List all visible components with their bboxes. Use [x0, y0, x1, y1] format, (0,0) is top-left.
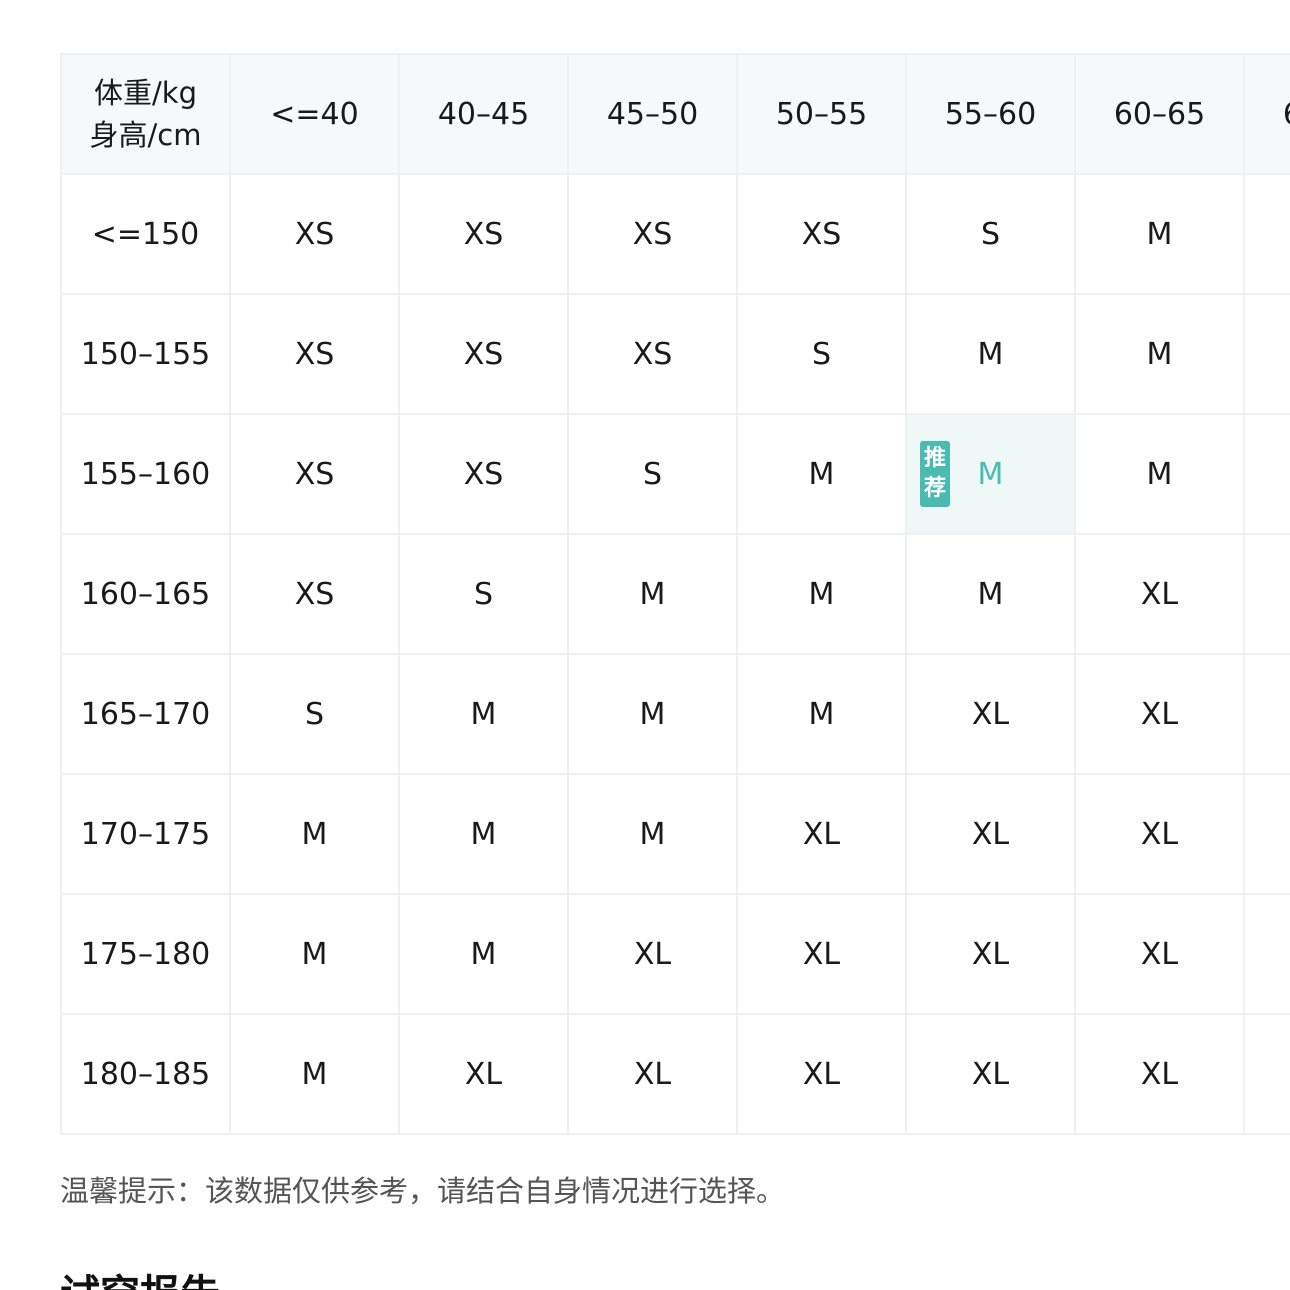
table-row: <=150 XS XS XS XS S M [60, 173, 1290, 295]
size-cell: M [229, 893, 400, 1015]
size-cell [1243, 173, 1290, 295]
weight-column-header: 55–60 [905, 53, 1076, 175]
size-cell: S [905, 173, 1076, 295]
table-row: 165–170 S M M M XL XL [60, 653, 1290, 775]
height-row-header: 155–160 [60, 413, 231, 535]
size-cell: XS [398, 173, 569, 295]
height-row-header: 150–155 [60, 293, 231, 415]
size-cell: XL [1074, 893, 1245, 1015]
size-cell: M [1074, 173, 1245, 295]
size-cell: XL [905, 773, 1076, 895]
size-cell: M [398, 653, 569, 775]
height-row-header: 165–170 [60, 653, 231, 775]
weight-axis-label: 体重/kg [94, 76, 197, 110]
try-on-report-heading: 试穿报告 [60, 1262, 220, 1290]
size-cell: XL [736, 1013, 907, 1135]
table-row: 180–185 M XL XL XL XL XL [60, 1013, 1290, 1135]
size-cell: M [905, 293, 1076, 415]
weight-column-header: 45–50 [567, 53, 738, 175]
size-cell: XL [1074, 773, 1245, 895]
size-cell: M [1074, 413, 1245, 535]
height-row-header: <=150 [60, 173, 231, 295]
size-cell [1243, 533, 1290, 655]
size-cell: XL [905, 1013, 1076, 1135]
size-cell: XL [398, 1013, 569, 1135]
table-row: 150–155 XS XS XS S M M [60, 293, 1290, 415]
weight-column-header: 60–65 [1074, 53, 1245, 175]
size-cell: M [736, 653, 907, 775]
size-cell: XS [229, 533, 400, 655]
size-cell: M [229, 1013, 400, 1135]
size-cell: S [736, 293, 907, 415]
size-cell: M [736, 533, 907, 655]
table-row: 175–180 M M XL XL XL XL [60, 893, 1290, 1015]
size-cell: XS [398, 413, 569, 535]
size-chart-page: 体重/kg 身高/cm <=40 40–45 45–50 50–55 55–60 60–6… [0, 0, 1290, 1290]
height-row-header: 180–185 [60, 1013, 231, 1135]
corner-header-cell: 体重/kg 身高/cm [60, 53, 231, 175]
recommended-badge: 推荐 [920, 441, 950, 507]
weight-column-header: <=40 [229, 53, 400, 175]
size-cell [1243, 773, 1290, 895]
recommended-size-cell: 推荐 M [905, 413, 1076, 535]
size-cell: XL [736, 893, 907, 1015]
size-cell: S [398, 533, 569, 655]
height-row-header: 170–175 [60, 773, 231, 895]
size-cell: XL [1074, 653, 1245, 775]
size-cell: XL [905, 893, 1076, 1015]
size-cell: XS [229, 413, 400, 535]
size-cell: M [905, 533, 1076, 655]
table-row: 160–165 XS S M M M XL [60, 533, 1290, 655]
size-cell: M [567, 653, 738, 775]
size-cell [1243, 893, 1290, 1015]
table-header-row: 体重/kg 身高/cm <=40 40–45 45–50 50–55 55–60 60–6… [60, 53, 1290, 175]
size-cell: S [229, 653, 400, 775]
weight-column-header: 40–45 [398, 53, 569, 175]
size-cell: M [398, 893, 569, 1015]
weight-column-header: 50–55 [736, 53, 907, 175]
table-row: 155–160 XS XS S M 推荐 M M [60, 413, 1290, 535]
size-cell [1243, 293, 1290, 415]
height-row-header: 175–180 [60, 893, 231, 1015]
size-cell: M [398, 773, 569, 895]
size-cell: M [1074, 293, 1245, 415]
size-cell: XL [567, 1013, 738, 1135]
size-cell: XL [1074, 533, 1245, 655]
size-cell: XL [905, 653, 1076, 775]
table-row: 170–175 M M M XL XL XL [60, 773, 1290, 895]
size-cell: XS [736, 173, 907, 295]
size-cell [1243, 413, 1290, 535]
size-cell: XL [1074, 1013, 1245, 1135]
size-cell: M [229, 773, 400, 895]
size-cell: M [567, 533, 738, 655]
size-cell: M [567, 773, 738, 895]
size-cell: M [736, 413, 907, 535]
table-body: <=150 XS XS XS XS S M 150–155 XS XS XS S M M 155–160 XS… [60, 173, 1290, 1135]
size-cell: XS [398, 293, 569, 415]
size-chart-table: 体重/kg 身高/cm <=40 40–45 45–50 50–55 55–60 60–6… [60, 53, 1290, 1135]
height-axis-label: 身高/cm [89, 118, 202, 152]
size-value: M [977, 456, 1004, 492]
size-cell: XS [229, 173, 400, 295]
weight-column-header: 65–70 [1243, 53, 1290, 175]
size-cell: XS [567, 173, 738, 295]
size-cell: XL [567, 893, 738, 1015]
size-cell: XS [229, 293, 400, 415]
tip-text: 温馨提示：该数据仅供参考，请结合自身情况进行选择。 [60, 1174, 786, 1208]
size-cell: S [567, 413, 738, 535]
size-cell [1243, 1013, 1290, 1135]
size-cell: XS [567, 293, 738, 415]
size-cell: XL [736, 773, 907, 895]
height-row-header: 160–165 [60, 533, 231, 655]
size-cell [1243, 653, 1290, 775]
